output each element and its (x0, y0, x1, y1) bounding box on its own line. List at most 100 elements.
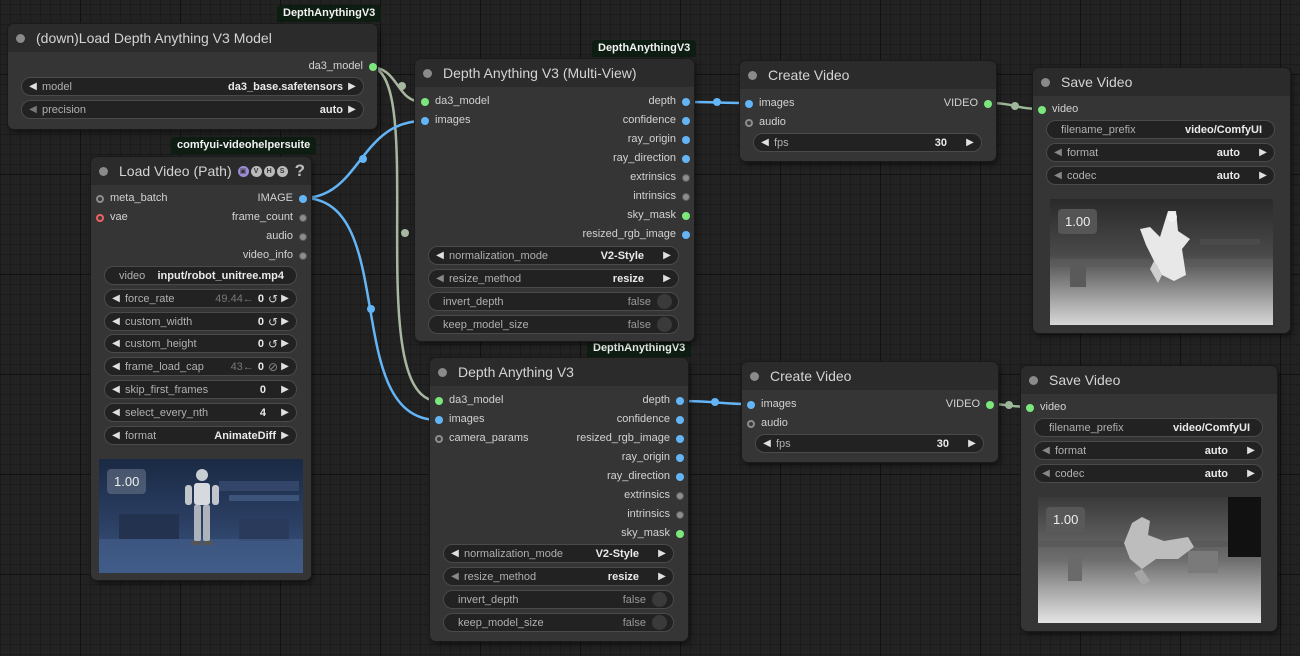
save-video-node-top[interactable]: Save Video video filename_prefix video/C… (1033, 68, 1290, 333)
output-dot-icon[interactable] (682, 230, 690, 239)
left-arrow-icon[interactable]: ◀ (111, 316, 121, 327)
output-dot-icon[interactable] (676, 472, 684, 481)
output-dot-icon[interactable] (676, 510, 684, 519)
reset-icon[interactable]: ↺ (268, 292, 278, 306)
reset-icon[interactable]: ↺ (268, 315, 278, 329)
left-arrow-icon[interactable]: ◀ (435, 250, 445, 261)
right-arrow-icon[interactable]: ▶ (1246, 468, 1256, 479)
force-rate-number[interactable]: ◀ force_rate 49.44← 0 ↺ ▶ (104, 289, 297, 308)
collapse-dot-icon[interactable] (1029, 375, 1038, 385)
format-combo[interactable]: ◀ format auto ▶ (1046, 143, 1275, 162)
output-dot-icon[interactable] (676, 491, 684, 500)
left-arrow-icon[interactable]: ◀ (762, 438, 772, 449)
left-arrow-icon[interactable]: ◀ (28, 104, 38, 115)
output-dot-icon[interactable] (299, 213, 307, 222)
input-dot-icon[interactable] (435, 434, 443, 443)
right-arrow-icon[interactable]: ▶ (280, 430, 290, 441)
output-ray-direction[interactable]: ray_direction (540, 149, 690, 168)
precision-combo[interactable]: ◀ precision auto ▶ (21, 100, 364, 119)
invert-depth-toggle[interactable]: invert_depth false (428, 292, 679, 311)
output-intrinsics[interactable]: intrinsics (554, 505, 684, 524)
input-dot-icon[interactable] (747, 419, 755, 428)
left-arrow-icon[interactable]: ◀ (760, 137, 770, 148)
output-dot-icon[interactable] (984, 99, 992, 108)
output-depth[interactable]: depth (540, 92, 690, 111)
fps-number[interactable]: ◀ fps 30 ▶ (755, 434, 984, 453)
node-title-bar[interactable]: Create Video (742, 362, 998, 390)
codec-combo[interactable]: ◀ codec auto ▶ (1046, 166, 1275, 185)
frame-load-cap-number[interactable]: ◀ frame_load_cap 43← 0 ⊘ ▶ (104, 357, 297, 376)
input-images[interactable]: images (745, 94, 845, 113)
output-dot-icon[interactable] (682, 135, 690, 144)
output-dot-icon[interactable] (682, 211, 690, 220)
format-combo[interactable]: ◀ format AnimateDiff ▶ (104, 426, 297, 445)
output-image[interactable]: IMAGE (197, 189, 307, 208)
left-arrow-icon[interactable]: ◀ (111, 361, 121, 372)
output-dot-icon[interactable] (682, 173, 690, 182)
reset-icon[interactable]: ↺ (268, 337, 278, 351)
left-arrow-icon[interactable]: ◀ (111, 384, 121, 395)
right-arrow-icon[interactable]: ▶ (1258, 147, 1268, 158)
left-arrow-icon[interactable]: ◀ (1041, 468, 1051, 479)
left-arrow-icon[interactable]: ◀ (1053, 147, 1063, 158)
filename-prefix-field[interactable]: filename_prefix video/ComfyUI (1034, 418, 1263, 437)
output-frame-count[interactable]: frame_count (197, 208, 307, 227)
input-dot-icon[interactable] (435, 396, 443, 405)
collapse-dot-icon[interactable] (748, 70, 757, 80)
normalization-mode-combo[interactable]: ◀ normalization_mode V2-Style ▶ (428, 246, 679, 265)
output-sky-mask[interactable]: sky_mask (554, 524, 684, 543)
left-arrow-icon[interactable]: ◀ (111, 293, 121, 304)
right-arrow-icon[interactable]: ▶ (280, 407, 290, 418)
output-video[interactable]: VIDEO (892, 94, 992, 113)
depth-anything-single-node[interactable]: Depth Anything V3 da3_model images camer… (430, 358, 688, 641)
toggle-knob-icon[interactable] (652, 592, 667, 607)
node-title-bar[interactable]: Save Video (1021, 366, 1277, 394)
left-arrow-icon[interactable]: ◀ (111, 338, 121, 349)
input-camera-params[interactable]: camera_params (435, 429, 555, 448)
normalization-mode-combo[interactable]: ◀ normalization_mode V2-Style ▶ (443, 544, 674, 563)
output-dot-icon[interactable] (299, 232, 307, 241)
input-dot-icon[interactable] (745, 99, 753, 108)
input-dot-icon[interactable] (1038, 105, 1046, 114)
collapse-dot-icon[interactable] (1041, 77, 1050, 87)
node-title-bar[interactable]: Depth Anything V3 (430, 358, 688, 386)
right-arrow-icon[interactable]: ▶ (662, 250, 672, 261)
output-ray-direction[interactable]: ray_direction (554, 467, 684, 486)
right-arrow-icon[interactable]: ▶ (1258, 170, 1268, 181)
output-dot-icon[interactable] (676, 415, 684, 424)
input-dot-icon[interactable] (421, 97, 429, 106)
output-dot-icon[interactable] (299, 251, 307, 260)
keep-model-size-toggle[interactable]: keep_model_size false (443, 613, 674, 632)
output-audio[interactable]: audio (197, 227, 307, 246)
right-arrow-icon[interactable]: ▶ (657, 548, 667, 559)
depth-video-preview[interactable]: 1.00 (1050, 199, 1273, 325)
output-dot-icon[interactable] (682, 116, 690, 125)
skip-first-frames-number[interactable]: ◀ skip_first_frames 0 ▶ (104, 380, 297, 399)
depth-video-preview[interactable]: 1.00 (1038, 497, 1261, 623)
right-arrow-icon[interactable]: ▶ (347, 81, 357, 92)
create-video-node-bottom[interactable]: Create Video images audio VIDEO ◀ fps 30… (742, 362, 998, 462)
output-confidence[interactable]: confidence (554, 410, 684, 429)
input-audio[interactable]: audio (747, 414, 847, 433)
node-title-bar[interactable]: Load Video (Path) ▣ V H S ? (91, 157, 311, 185)
node-title-bar[interactable]: (down)Load Depth Anything V3 Model (8, 24, 377, 52)
collapse-dot-icon[interactable] (16, 33, 25, 43)
input-audio[interactable]: audio (745, 113, 845, 132)
input-dot-icon[interactable] (96, 194, 104, 203)
input-dot-icon[interactable] (421, 116, 429, 125)
output-resized-rgb-image[interactable]: resized_rgb_image (554, 429, 684, 448)
output-video[interactable]: VIDEO (894, 395, 994, 414)
left-arrow-icon[interactable]: ◀ (435, 273, 445, 284)
output-dot-icon[interactable] (682, 97, 690, 106)
collapse-dot-icon[interactable] (99, 166, 108, 176)
wire-midpoint[interactable] (1011, 102, 1019, 110)
right-arrow-icon[interactable]: ▶ (280, 361, 290, 372)
model-combo[interactable]: ◀ model da3_base.safetensors ▶ (21, 77, 364, 96)
right-arrow-icon[interactable]: ▶ (967, 438, 977, 449)
output-confidence[interactable]: confidence (540, 111, 690, 130)
input-dot-icon[interactable] (1026, 403, 1034, 412)
left-arrow-icon[interactable]: ◀ (1041, 445, 1051, 456)
input-dot-icon[interactable] (435, 415, 443, 424)
wire-midpoint[interactable] (713, 98, 721, 106)
wire-midpoint[interactable] (359, 155, 367, 163)
